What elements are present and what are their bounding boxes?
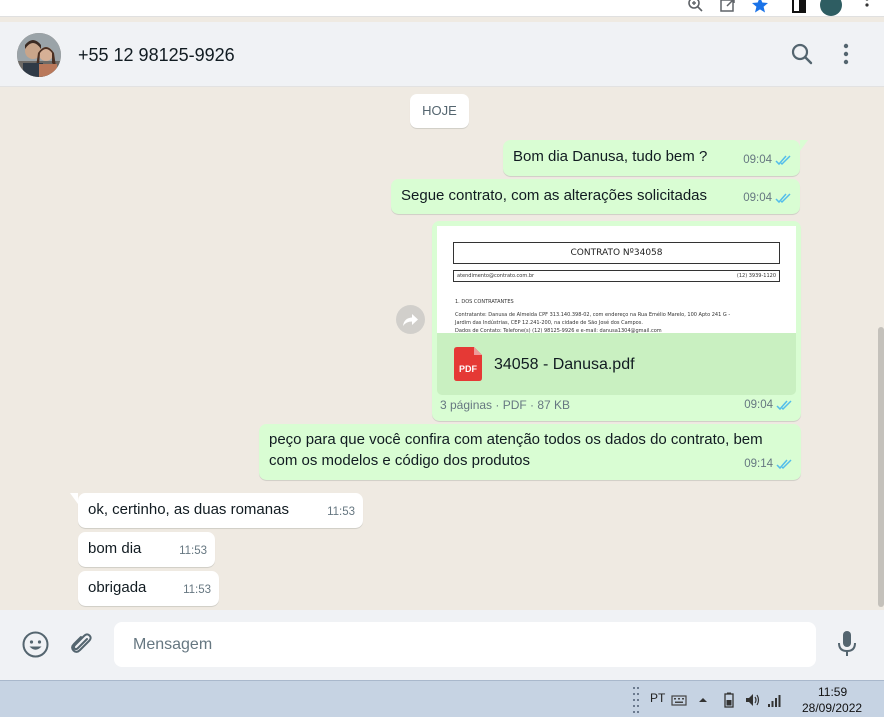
message-text: obrigada [88, 579, 147, 596]
message-time: 11:53 [179, 545, 207, 557]
document-info: 3 páginas · PDF · 87 KB [440, 398, 571, 412]
message-time: 09:04 [743, 192, 772, 204]
message-meta: 11:53 [183, 580, 211, 601]
forward-button[interactable] [396, 305, 425, 334]
message-meta: 09:04 [743, 188, 792, 209]
clock-date[interactable]: 28/09/2022 [802, 701, 862, 715]
double-check-icon [776, 459, 792, 470]
chat-header: +55 12 98125-9926 [0, 22, 884, 87]
double-check-icon [776, 400, 792, 411]
message-time: 11:53 [327, 506, 355, 518]
signal-icon[interactable] [767, 692, 783, 708]
mic-icon[interactable] [836, 630, 858, 658]
message-time: 11:53 [183, 584, 211, 596]
date-chip: HOJE [410, 94, 469, 128]
message-meta: 09:14 [744, 454, 793, 475]
preview-phone: (12) 3939-1120 [736, 273, 776, 279]
profile-icon[interactable] [820, 0, 842, 16]
share-icon[interactable] [719, 0, 737, 14]
chat-messages-area[interactable]: HOJE Bom dia Danusa, tudo bem ? 09:04 Se… [0, 87, 884, 610]
message-meta: 09:04 [743, 150, 792, 171]
message-time: 09:14 [744, 458, 773, 470]
message-text: peço para que você confira com atenção t… [269, 429, 763, 471]
extension-icon[interactable] [790, 0, 808, 14]
document-message[interactable]: CONTRATO Nº34058 atendimento@contrato.co… [432, 221, 801, 421]
browser-menu-icon[interactable] [858, 0, 876, 14]
browser-toolbar [0, 0, 884, 17]
message-meta: 09:04 [744, 395, 793, 416]
keyboard-icon[interactable] [671, 692, 687, 708]
preview-line: Dados de Contato: Telefone(s) (12) 98125… [455, 328, 662, 333]
message-text: bom dia [88, 540, 142, 557]
incoming-message[interactable]: bom dia 11:53 [78, 532, 215, 567]
tray-up-icon[interactable] [695, 692, 711, 708]
scrollbar[interactable] [878, 327, 884, 607]
document-file-name: 34058 - Danusa.pdf [494, 356, 635, 373]
bubble-tail [70, 493, 78, 504]
pdf-icon-label: PDF [459, 364, 478, 374]
star-icon[interactable] [751, 0, 769, 14]
menu-dots-icon[interactable] [836, 42, 856, 66]
incoming-message[interactable]: ok, certinho, as duas romanas 11:53 [70, 493, 363, 528]
message-composer [0, 610, 884, 680]
emoji-icon[interactable] [22, 631, 49, 658]
document-file-row[interactable]: PDF 34058 - Danusa.pdf [437, 333, 796, 395]
message-meta: 11:53 [327, 502, 355, 523]
taskbar: PT 11:59 28/09/2022 [0, 680, 884, 717]
message-text-line: peço para que você confira com atenção t… [269, 431, 763, 448]
clock-time[interactable]: 11:59 [818, 685, 847, 699]
language-indicator[interactable]: PT [650, 691, 665, 705]
preview-contact: atendimento@contrato.com.br (12) 3939-112… [453, 270, 780, 282]
outgoing-message[interactable]: Bom dia Danusa, tudo bem ? 09:04 [503, 140, 808, 176]
avatar[interactable] [17, 33, 61, 77]
preview-email: atendimento@contrato.com.br [457, 273, 535, 279]
message-text: ok, certinho, as duas romanas [88, 501, 289, 518]
message-meta: 11:53 [179, 541, 207, 562]
message-time: 09:04 [744, 399, 773, 411]
document-preview[interactable]: CONTRATO Nº34058 atendimento@contrato.co… [437, 226, 796, 333]
pdf-icon: PDF [454, 347, 482, 381]
tray-grip-icon [633, 687, 639, 713]
bubble-tail [800, 140, 808, 151]
zoom-icon[interactable] [686, 0, 704, 14]
message-text: Bom dia Danusa, tudo bem ? [513, 148, 708, 165]
search-icon[interactable] [790, 42, 814, 66]
message-input[interactable] [114, 622, 816, 667]
double-check-icon [775, 155, 791, 166]
outgoing-message[interactable]: peço para que você confira com atenção t… [259, 424, 801, 480]
incoming-message[interactable]: obrigada 11:53 [78, 571, 219, 606]
contact-name[interactable]: +55 12 98125-9926 [78, 45, 235, 66]
battery-icon[interactable] [721, 692, 737, 708]
volume-icon[interactable] [744, 692, 760, 708]
avatar-photo [17, 33, 61, 77]
message-text-line: com os modelos e código dos produtos [269, 452, 530, 469]
preview-title: CONTRATO Nº34058 [453, 242, 780, 264]
double-check-icon [775, 193, 791, 204]
message-time: 09:04 [743, 154, 772, 166]
message-text: Segue contrato, com as alterações solici… [401, 187, 707, 204]
attach-icon[interactable] [68, 631, 94, 657]
forward-icon [403, 314, 418, 326]
outgoing-message[interactable]: Segue contrato, com as alterações solici… [391, 179, 800, 214]
